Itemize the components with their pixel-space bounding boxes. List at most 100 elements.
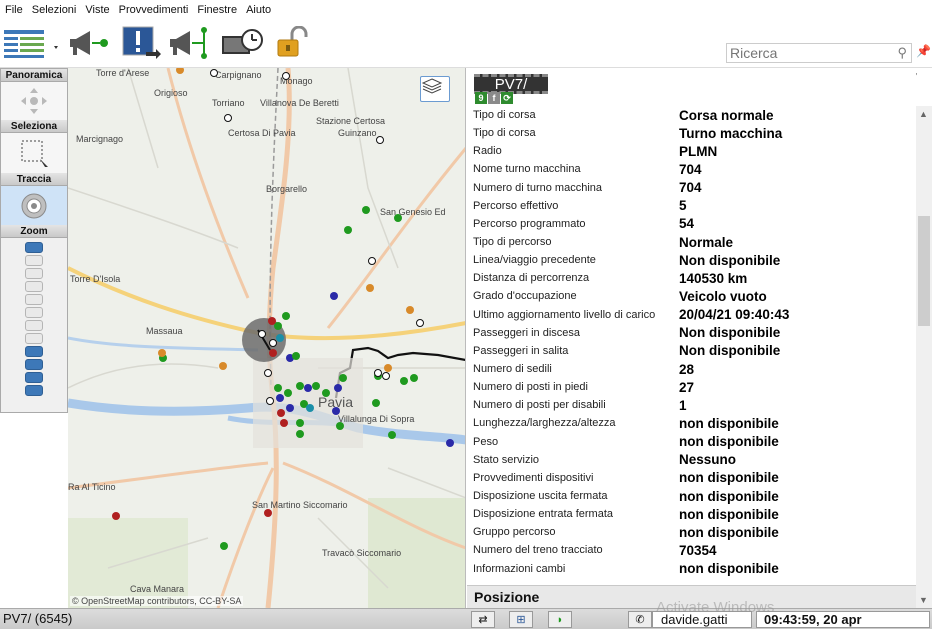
- stop-marker[interactable]: [368, 257, 376, 265]
- stop-marker[interactable]: [258, 330, 266, 338]
- status-button-transfer[interactable]: ⇄: [471, 611, 495, 628]
- zoom-level-step[interactable]: [25, 268, 43, 279]
- vehicle-marker[interactable]: [286, 404, 294, 412]
- search-icon[interactable]: ⚲: [897, 45, 907, 61]
- zoom-level-step[interactable]: [25, 281, 43, 292]
- vehicle-marker[interactable]: [219, 362, 227, 370]
- menu-file[interactable]: File: [5, 4, 23, 16]
- vehicle-marker[interactable]: [296, 382, 304, 390]
- zoom-level-step[interactable]: [25, 294, 43, 305]
- vehicle-marker[interactable]: [276, 334, 284, 342]
- vehicle-marker[interactable]: [220, 542, 228, 550]
- search-box[interactable]: ⚲: [726, 43, 912, 63]
- zoom-level-step[interactable]: [25, 359, 43, 370]
- scroll-thumb[interactable]: [918, 216, 930, 326]
- vehicle-marker[interactable]: [372, 399, 380, 407]
- track-tool[interactable]: [1, 186, 67, 225]
- vehicle-marker[interactable]: [322, 389, 330, 397]
- zoom-level-step[interactable]: [25, 372, 43, 383]
- zoom-level-step[interactable]: [25, 255, 43, 266]
- vehicle-marker[interactable]: [264, 509, 272, 517]
- stop-marker[interactable]: [224, 114, 232, 122]
- vehicle-marker[interactable]: [306, 404, 314, 412]
- stop-marker[interactable]: [374, 369, 382, 377]
- stop-marker[interactable]: [264, 369, 272, 377]
- detail-value: Turno macchina: [679, 125, 783, 141]
- vehicle-marker[interactable]: [268, 317, 276, 325]
- zoom-level-step[interactable]: [25, 242, 43, 253]
- detail-value: PLMN: [679, 143, 718, 159]
- vehicle-marker[interactable]: [158, 349, 166, 357]
- vehicle-marker[interactable]: [284, 389, 292, 397]
- layers-button[interactable]: [420, 76, 450, 102]
- detail-row: Numero del treno tracciato 70354: [473, 541, 913, 559]
- zoom-level-step[interactable]: [25, 385, 43, 396]
- pin-icon[interactable]: 📌: [916, 44, 931, 58]
- vehicle-marker[interactable]: [274, 384, 282, 392]
- stop-marker[interactable]: [266, 397, 274, 405]
- vehicle-marker[interactable]: [400, 377, 408, 385]
- vehicle-marker[interactable]: [330, 292, 338, 300]
- details-scrollbar[interactable]: ▲ ▼: [916, 106, 932, 608]
- position-section-header[interactable]: Posizione: [467, 585, 916, 608]
- pan-tool[interactable]: [1, 82, 67, 120]
- menu-provvedimenti[interactable]: Provvedimenti: [119, 4, 189, 16]
- vehicle-marker[interactable]: [292, 352, 300, 360]
- zoom-level-step[interactable]: [25, 346, 43, 357]
- vehicle-marker[interactable]: [304, 384, 312, 392]
- menu-viste[interactable]: Viste: [85, 4, 109, 16]
- vehicle-marker[interactable]: [362, 206, 370, 214]
- vehicle-marker[interactable]: [406, 306, 414, 314]
- stop-marker[interactable]: [376, 136, 384, 144]
- zoom-level-step[interactable]: [25, 307, 43, 318]
- vehicle-markers-layer[interactable]: [68, 68, 466, 608]
- select-tool[interactable]: [1, 133, 67, 173]
- zoom-level-step[interactable]: [25, 333, 43, 344]
- stop-marker[interactable]: [269, 339, 277, 347]
- menu-finestre[interactable]: Finestre: [197, 4, 237, 16]
- vehicle-marker[interactable]: [410, 374, 418, 382]
- stop-marker[interactable]: [416, 319, 424, 327]
- vehicle-marker[interactable]: [269, 349, 277, 357]
- vehicle-marker[interactable]: [384, 364, 392, 372]
- zoom-level-step[interactable]: [25, 320, 43, 331]
- vehicle-marker[interactable]: [366, 284, 374, 292]
- scroll-up-icon[interactable]: ▲: [919, 109, 928, 119]
- vehicle-marker[interactable]: [388, 431, 396, 439]
- vehicle-marker[interactable]: [339, 374, 347, 382]
- stop-marker[interactable]: [282, 72, 290, 80]
- stop-marker[interactable]: [210, 69, 218, 77]
- status-button-phone[interactable]: ✆: [628, 611, 652, 628]
- vehicle-marker[interactable]: [282, 312, 290, 320]
- status-button-radio[interactable]: ◗: [548, 611, 572, 628]
- alert-message-button[interactable]: [120, 26, 162, 60]
- vehicle-marker[interactable]: [334, 384, 342, 392]
- stop-marker[interactable]: [382, 372, 390, 380]
- vehicle-marker[interactable]: [312, 382, 320, 390]
- vehicle-marker[interactable]: [296, 419, 304, 427]
- list-view-button[interactable]: [2, 26, 64, 60]
- scroll-down-icon[interactable]: ▼: [919, 595, 928, 605]
- search-input[interactable]: [727, 44, 887, 62]
- vehicle-marker[interactable]: [296, 430, 304, 438]
- announce-button[interactable]: [66, 26, 112, 60]
- vehicle-marker[interactable]: [276, 394, 284, 402]
- menu-aiuto[interactable]: Aiuto: [246, 4, 271, 16]
- lock-button[interactable]: [274, 26, 310, 60]
- zoom-slider[interactable]: [1, 238, 67, 398]
- vehicle-marker[interactable]: [344, 226, 352, 234]
- vehicle-marker[interactable]: [277, 409, 285, 417]
- vehicle-marker[interactable]: [336, 422, 344, 430]
- vehicle-details-panel: PV7/ 9 f ⟳ Tipo di corsa Corsa normale Tip…: [467, 68, 916, 585]
- vehicle-marker[interactable]: [280, 419, 288, 427]
- vehicle-marker[interactable]: [332, 407, 340, 415]
- menu-selezioni[interactable]: Selezioni: [32, 4, 77, 16]
- map-view[interactable]: Torre d'Arese Carpignano Monago Origioso…: [68, 68, 466, 608]
- announce-line-button[interactable]: [168, 26, 214, 60]
- status-button-network[interactable]: ⊞: [509, 611, 533, 628]
- vehicle-marker[interactable]: [446, 439, 454, 447]
- vehicle-marker[interactable]: [112, 512, 120, 520]
- vehicle-marker[interactable]: [394, 214, 402, 222]
- vehicle-marker[interactable]: [176, 68, 184, 74]
- schedule-button[interactable]: [220, 26, 266, 60]
